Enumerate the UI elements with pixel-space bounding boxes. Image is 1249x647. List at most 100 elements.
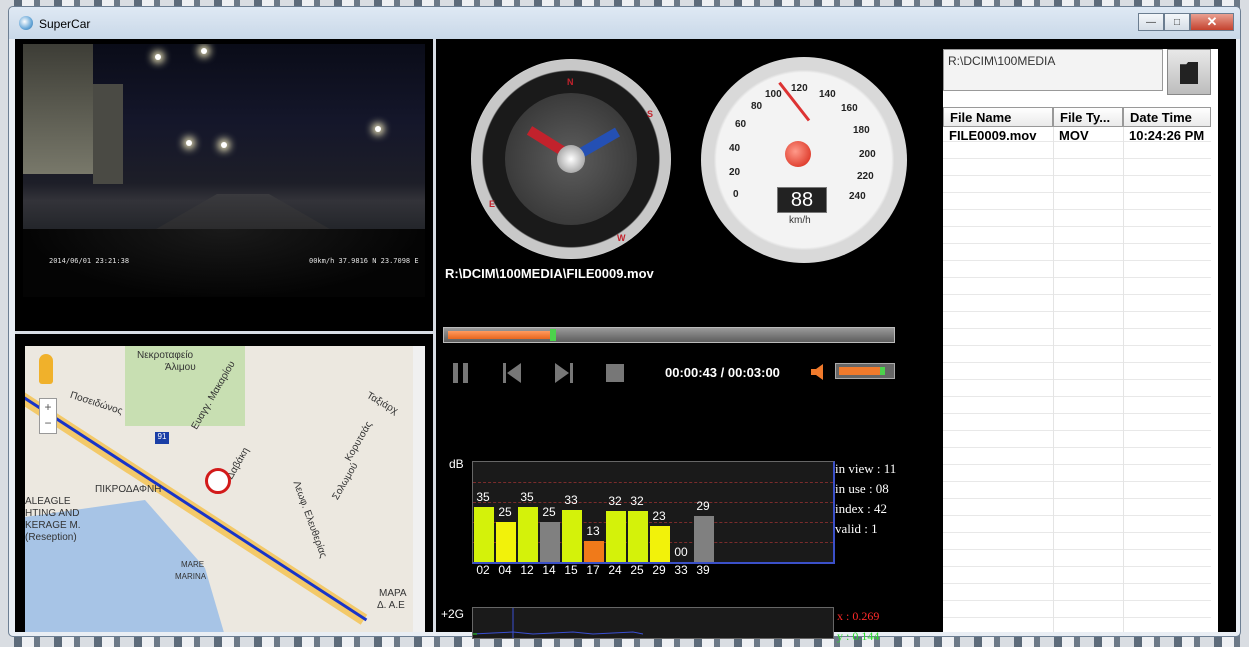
map-label: ΠΙΚΡΟΔΑΦΝΗ [95, 484, 162, 495]
minimize-button[interactable]: — [1138, 13, 1164, 31]
cell-file-type: MOV [1059, 128, 1089, 143]
cell-date-time: 10:24:26 PM [1129, 128, 1205, 143]
sat-bar-04 [496, 522, 516, 562]
panel-divider[interactable] [433, 39, 436, 632]
dashboard-panel: N S E W 0 20 40 60 80 100 120 140 160 18… [437, 39, 923, 643]
speed-readout: 88 [777, 187, 827, 213]
compass-mark: W [617, 233, 626, 243]
column-header-file-name[interactable]: File Name [943, 107, 1053, 127]
file-browser: R:\DCIM\100MEDIA File Name File Ty... Da… [943, 49, 1218, 632]
video-overlay-gps: 00km/h 37.9816 N 23.7098 E [309, 257, 419, 265]
sat-bar-14 [540, 522, 560, 562]
map-label: Νεκροταφείο [137, 350, 194, 361]
sat-in-use: in use : 08 [835, 481, 889, 496]
previous-icon[interactable] [499, 359, 527, 387]
column-header-date-time[interactable]: Date Time [1123, 107, 1211, 127]
stop-icon[interactable] [601, 359, 629, 387]
compass-hub [557, 145, 585, 173]
playback-time: 00:00:43 / 00:03:00 [665, 365, 780, 380]
map-label: Κορυτσάς [343, 419, 375, 464]
column-divider [1123, 127, 1124, 632]
column-divider [1053, 127, 1054, 632]
speed-tick: 240 [849, 191, 866, 202]
speed-tick: 220 [857, 171, 874, 182]
map-scrollbar[interactable] [413, 346, 425, 632]
map-label: (Reseption) [25, 532, 77, 543]
compass-mark: N [567, 77, 574, 87]
sat-bar-value: 23 [652, 509, 666, 523]
app-window: SuperCar — □ ✕ 2014/06/01 23:21:38 00km/… [8, 6, 1241, 643]
folder-path-field[interactable]: R:\DCIM\100MEDIA [943, 49, 1163, 91]
sat-bar-value: 25 [542, 505, 556, 519]
speed-tick: 0 [733, 189, 739, 200]
zoom-out-button[interactable]: − [40, 415, 56, 431]
panel-divider[interactable] [15, 331, 433, 334]
speed-tick: 200 [859, 149, 876, 160]
speed-tick: 140 [819, 89, 836, 100]
street-lamp [186, 140, 192, 146]
volume-fill [839, 367, 885, 375]
map-view[interactable]: Νεκροταφείο Άλιμου Ποσειδώνος ΠΙΚΡΟΔΑΦΝΗ… [25, 346, 413, 632]
sat-index: index : 42 [835, 501, 887, 516]
compass-mark: E [489, 199, 496, 209]
compass-gauge: N S E W [471, 59, 671, 259]
map-label: Ποσειδώνος [68, 389, 124, 418]
map-label: HTING AND [25, 508, 80, 519]
gsensor-trace [472, 608, 644, 638]
video-overlay-timestamp: 2014/06/01 23:21:38 [49, 257, 130, 265]
open-folder-button[interactable] [1167, 49, 1211, 95]
client-area: 2014/06/01 23:21:38 00km/h 37.9816 N 23.… [15, 39, 1236, 643]
map-label: Σολωμού [330, 460, 361, 503]
sat-bar-value: 32 [630, 494, 644, 508]
next-icon[interactable] [549, 359, 577, 387]
sat-bar-value: 35 [520, 490, 534, 504]
progress-handle[interactable] [550, 329, 556, 341]
street-lamp [201, 48, 207, 54]
sat-bar-17 [584, 541, 604, 562]
sat-bar-value: 29 [696, 499, 710, 513]
speedometer-gauge: 0 20 40 60 80 100 120 140 160 180 200 22… [701, 57, 907, 263]
satellite-chart-ylabel: dB [449, 457, 464, 471]
speed-tick: 40 [729, 143, 741, 154]
compass-mark: S [647, 109, 654, 119]
gsensor-y: y : 0.144 [837, 629, 880, 643]
volume-handle[interactable] [880, 367, 885, 375]
sat-x-tick: 39 [696, 563, 710, 577]
speed-tick: 120 [791, 83, 808, 94]
street-lamp [155, 54, 161, 60]
chart-gridline [473, 482, 833, 483]
pause-icon[interactable] [447, 359, 475, 387]
speed-tick: 180 [853, 125, 870, 136]
sat-bar-value: 35 [476, 490, 490, 504]
sat-bar-24 [606, 511, 626, 562]
sat-bar-value: 13 [586, 524, 600, 538]
car-location-marker-icon [205, 468, 231, 494]
street-lamp [221, 142, 227, 148]
map-label: KERAGE M. [25, 520, 81, 531]
map-label: MARINA [175, 572, 207, 581]
speed-tick: 80 [751, 101, 763, 112]
maximize-button[interactable]: □ [1164, 13, 1190, 31]
zoom-control[interactable]: + − [39, 398, 57, 434]
sat-bar-value: 33 [564, 493, 578, 507]
speed-tick: 60 [735, 119, 747, 130]
progress-fill [448, 331, 550, 339]
column-header-file-type[interactable]: File Ty... [1053, 107, 1123, 127]
pegman-icon[interactable] [39, 354, 53, 384]
volume-slider[interactable] [835, 363, 895, 379]
video-view[interactable]: 2014/06/01 23:21:38 00km/h 37.9816 N 23.… [23, 44, 425, 297]
sat-bar-value: 00 [674, 545, 688, 559]
map-label: ΜΑΡΑ [379, 588, 407, 599]
title-bar: SuperCar — □ ✕ [9, 7, 1240, 39]
sat-in-view: in view : 11 [835, 461, 897, 476]
close-button[interactable]: ✕ [1190, 13, 1234, 31]
zoom-in-button[interactable]: + [40, 399, 56, 415]
volume-icon[interactable] [809, 361, 831, 383]
window-title: SuperCar [39, 17, 91, 31]
sat-bar-39 [694, 516, 714, 562]
playback-progress-slider[interactable] [443, 327, 895, 343]
building [23, 44, 93, 174]
building [93, 84, 123, 184]
gsensor-label: +2G [441, 607, 465, 621]
folder-icon [1180, 62, 1198, 84]
